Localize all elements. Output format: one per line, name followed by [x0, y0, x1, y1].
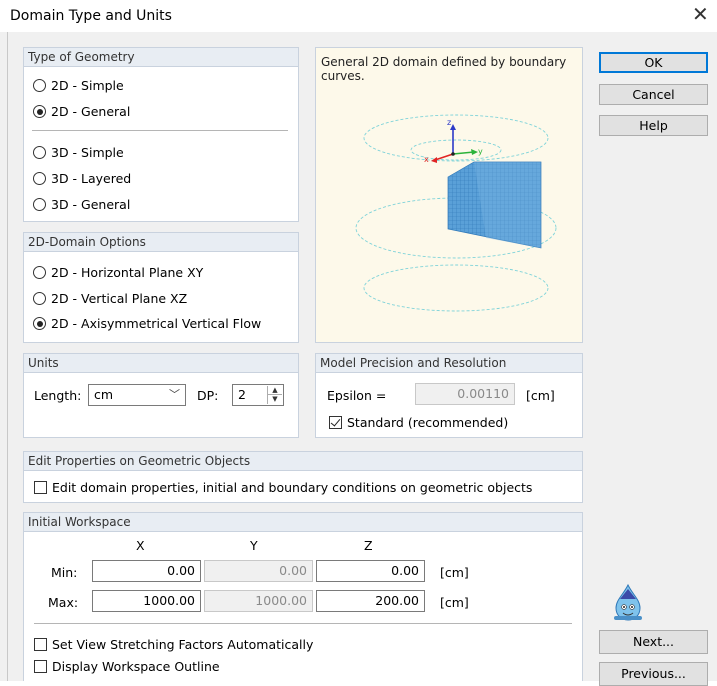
edit-properties-label: Edit domain properties, initial and boun… [52, 480, 533, 495]
axis-label-z: z [447, 118, 451, 127]
radio-indicator[interactable] [33, 105, 46, 118]
geometry-group: Type of Geometry 2D - Simple 2D - Genera… [23, 47, 299, 222]
radio-label: 2D - Simple [51, 78, 124, 93]
radio-label: 3D - Simple [51, 145, 124, 160]
dp-stepper[interactable]: 2 ▲ ▼ [232, 384, 284, 406]
dialog-left-border [7, 32, 8, 681]
radio-indicator[interactable] [33, 317, 46, 330]
min-y-field[interactable]: 0.00 [204, 560, 313, 582]
units-group: Units Length: cm ﹀ DP: 2 ▲ ▼ [23, 353, 299, 438]
standard-checkbox[interactable]: Standard (recommended) [329, 415, 508, 430]
column-z-label: Z [364, 538, 373, 553]
radio-label: 2D - Vertical Plane XZ [51, 291, 188, 306]
radio-axisymmetrical-vertical-flow[interactable]: 2D - Axisymmetrical Vertical Flow [33, 316, 261, 331]
min-x-field[interactable]: 0.00 [92, 560, 201, 582]
radio-label: 2D - Horizontal Plane XY [51, 265, 204, 280]
radio-label: 3D - General [51, 197, 131, 212]
previous-button[interactable]: Previous... [599, 662, 708, 686]
min-unit: [cm] [440, 565, 469, 580]
axis-label-x: x [424, 155, 429, 164]
standard-label: Standard (recommended) [347, 415, 509, 430]
max-z-field[interactable]: 200.00 [316, 590, 425, 612]
radio-label: 2D - Axisymmetrical Vertical Flow [51, 316, 262, 331]
column-y-label: Y [250, 538, 258, 553]
radio-indicator[interactable] [33, 198, 46, 211]
epsilon-label: Epsilon = [327, 388, 387, 403]
stretch-factors-label: Set View Stretching Factors Automaticall… [52, 637, 314, 652]
domain-options-header: 2D-Domain Options [24, 233, 298, 252]
workspace-outline-label: Display Workspace Outline [52, 659, 220, 674]
radio-indicator[interactable] [33, 146, 46, 159]
max-y-field[interactable]: 1000.00 [204, 590, 313, 612]
max-x-field[interactable]: 1000.00 [92, 590, 201, 612]
length-label: Length: [34, 388, 82, 403]
radio-2d-simple[interactable]: 2D - Simple [33, 78, 124, 93]
epsilon-field[interactable]: 0.00110 [415, 383, 515, 405]
radio-2d-general[interactable]: 2D - General [33, 104, 130, 119]
geometry-group-header: Type of Geometry [24, 48, 298, 67]
dp-value: 2 [238, 387, 246, 402]
mesh-domain-shape [447, 161, 542, 249]
radio-3d-layered[interactable]: 3D - Layered [33, 171, 131, 186]
edit-properties-header: Edit Properties on Geometric Objects [24, 452, 582, 471]
window-title: Domain Type and Units [10, 8, 172, 24]
axis-label-y: y [478, 147, 483, 156]
help-button[interactable]: Help [599, 115, 708, 136]
radio-label: 2D - General [51, 104, 131, 119]
spin-buttons[interactable]: ▲ ▼ [267, 386, 282, 404]
close-icon[interactable]: ✕ [692, 4, 709, 24]
next-button[interactable]: Next... [599, 630, 708, 654]
radio-indicator[interactable] [33, 266, 46, 279]
radio-3d-general[interactable]: 3D - General [33, 197, 130, 212]
stretch-factors-checkbox[interactable]: Set View Stretching Factors Automaticall… [34, 637, 313, 652]
water-drop-mascot-icon [614, 583, 642, 621]
radio-3d-simple[interactable]: 3D - Simple [33, 145, 124, 160]
cancel-button[interactable]: Cancel [599, 84, 708, 105]
length-unit-select[interactable]: cm ﹀ [88, 384, 186, 406]
checkbox-indicator[interactable] [329, 416, 342, 429]
checkbox-indicator[interactable] [34, 481, 47, 494]
radio-indicator[interactable] [33, 292, 46, 305]
min-z-field[interactable]: 0.00 [316, 560, 425, 582]
radio-indicator[interactable] [33, 172, 46, 185]
geometry-separator [32, 130, 288, 131]
radio-vertical-plane-xz[interactable]: 2D - Vertical Plane XZ [33, 291, 187, 306]
workspace-separator [34, 623, 572, 624]
length-unit-value: cm [94, 387, 114, 402]
checkbox-indicator[interactable] [34, 660, 47, 673]
workspace-group: Initial Workspace X Y Z Min: 0.00 0.00 0… [23, 512, 583, 681]
workspace-outline-checkbox[interactable]: Display Workspace Outline [34, 659, 220, 674]
spin-down-icon[interactable]: ▼ [268, 395, 282, 404]
geometry-preview-panel: General 2D domain defined by boundary cu… [315, 47, 583, 343]
max-unit: [cm] [440, 595, 469, 610]
ok-button[interactable]: OK [599, 52, 708, 73]
min-row-label: Min: [51, 565, 78, 580]
precision-header: Model Precision and Resolution [316, 354, 582, 373]
dp-label: DP: [197, 388, 219, 403]
max-row-label: Max: [48, 595, 79, 610]
precision-group: Model Precision and Resolution Epsilon =… [315, 353, 583, 438]
edit-properties-checkbox[interactable]: Edit domain properties, initial and boun… [34, 480, 532, 495]
checkbox-indicator[interactable] [34, 638, 47, 651]
domain-options-group: 2D-Domain Options 2D - Horizontal Plane … [23, 232, 299, 343]
domain-preview-illustration: z x y [355, 114, 557, 312]
edit-properties-group: Edit Properties on Geometric Objects Edi… [23, 451, 583, 503]
axes-icon [431, 124, 478, 163]
radio-indicator[interactable] [33, 79, 46, 92]
epsilon-unit: [cm] [526, 388, 555, 403]
spin-up-icon[interactable]: ▲ [268, 386, 282, 395]
radio-horizontal-plane-xy[interactable]: 2D - Horizontal Plane XY [33, 265, 203, 280]
chevron-down-icon: ﹀ [169, 388, 180, 401]
workspace-header: Initial Workspace [24, 513, 582, 532]
radio-label: 3D - Layered [51, 171, 132, 186]
column-x-label: X [136, 538, 145, 553]
units-header: Units [24, 354, 298, 373]
